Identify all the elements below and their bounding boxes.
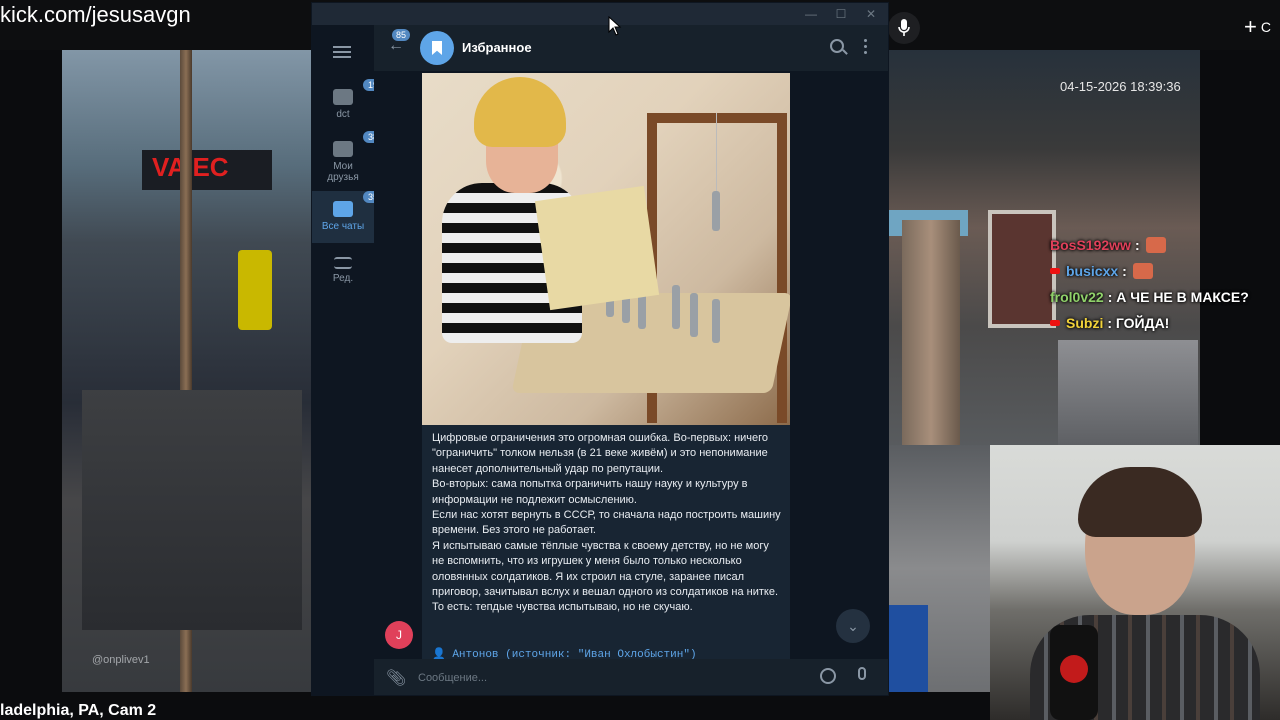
search-icon[interactable] [830, 39, 844, 53]
folder-dct[interactable]: 193 dct [312, 79, 389, 131]
chat-username: BosS192ww [1050, 237, 1131, 253]
chats-icon: 352 [333, 191, 389, 217]
close-icon: ✕ [865, 7, 877, 21]
emoji-icon[interactable] [820, 668, 836, 684]
chat-message: busicxx : [1050, 263, 1153, 279]
window-titlebar[interactable]: — ☐ ✕ [312, 3, 888, 25]
hanging-thread [716, 113, 717, 193]
bookmark-icon [432, 41, 442, 55]
chat-emote-icon [1132, 263, 1153, 279]
camera-watermark: @onplivev1 [92, 654, 150, 666]
microphone-icon [898, 19, 910, 36]
folder-label: Ред. [332, 273, 354, 284]
building-door [988, 210, 1056, 328]
scroll-down-button[interactable]: ⌄ [836, 609, 870, 643]
chat-title[interactable]: Избранное [462, 40, 532, 55]
chat-username: Subzi [1066, 315, 1104, 331]
maximize-icon: ☐ [835, 7, 847, 21]
tin-soldier [672, 285, 680, 329]
folder-all-chats[interactable]: 352 Все чаты [312, 191, 389, 243]
mouse-cursor-icon [608, 16, 622, 36]
camera-timestamp: 04-15-2026 18:39:36 [1060, 79, 1181, 94]
unread-badge: 85 [392, 29, 411, 41]
chat-badge-icon [1050, 268, 1060, 274]
saved-messages-avatar[interactable] [420, 31, 454, 65]
chevron-down-icon: ⌄ [847, 617, 859, 634]
camera-feed-left: VA EC @onplivev1 [62, 50, 312, 692]
add-button[interactable]: + С [1244, 12, 1280, 42]
message-bubble[interactable]: Цифровые ограничения это огромная ошибка… [422, 73, 790, 663]
folder-edit[interactable]: Ред. [312, 251, 374, 301]
paper-sheet [534, 185, 660, 311]
message-image[interactable] [422, 73, 790, 425]
chat-text: : А ЧЕ НЕ В МАКСЕ? [1107, 289, 1249, 305]
shop-shutter [82, 390, 302, 630]
chat-header: ← 85 Избранное [374, 25, 888, 71]
minimize-button[interactable]: — [796, 3, 826, 25]
menu-icon[interactable] [333, 43, 351, 61]
folder-label: Все чаты [321, 221, 365, 232]
plus-icon: + [1244, 14, 1257, 39]
microphone-icon [1050, 625, 1098, 720]
add-button-label: С [1260, 19, 1271, 35]
telegram-window: — ☐ ✕ 193 dct 38 Мои друзья 352 Все чаты… [312, 3, 888, 695]
streamer-webcam [990, 445, 1280, 720]
camera-caption: ladelphia, PA, Cam 2 [0, 702, 157, 719]
sender-avatar[interactable]: J [385, 621, 413, 649]
attach-icon[interactable]: 📎︎ [386, 668, 406, 688]
folder-icon: 38 [333, 131, 384, 157]
message-composer: 📎︎ [374, 659, 888, 695]
boy-hair [474, 77, 566, 147]
chat-panel: ← 85 Избранное Цифровые ограничения это … [374, 25, 888, 695]
chat-username: busicxx [1066, 263, 1119, 279]
more-options-icon[interactable] [864, 39, 868, 57]
traffic-light [238, 250, 272, 330]
chat-message: BosS192ww : [1050, 237, 1166, 253]
chat-username: frol0v22 [1050, 289, 1104, 305]
message-input[interactable] [416, 667, 810, 689]
message-text: Цифровые ограничения это огромная ошибка… [432, 432, 781, 614]
chat-emote-icon [1145, 237, 1166, 253]
folder-label: dct [336, 109, 350, 120]
shop-sign: VA EC [142, 150, 272, 190]
street-stall [1058, 340, 1198, 445]
mailbox [888, 605, 928, 692]
camera-feed-lower [888, 445, 990, 692]
close-button[interactable]: ✕ [856, 3, 886, 25]
chat-text: : [1122, 263, 1127, 279]
folder-icon: 193 [333, 79, 389, 105]
chat-text: : [1134, 237, 1140, 253]
microphone-button[interactable] [888, 12, 920, 44]
chat-badge-icon [1050, 320, 1060, 326]
brick-pillar [902, 220, 960, 445]
folder-label: Мои друзья [327, 161, 359, 183]
chat-text: : ГОЙДА! [1107, 315, 1170, 331]
sliders-icon [334, 257, 352, 269]
voice-message-icon[interactable] [858, 667, 866, 680]
chat-message: Subzi : ГОЙДА! [1050, 315, 1169, 331]
tin-soldier [712, 191, 720, 231]
chat-message: frol0v22 : А ЧЕ НЕ В МАКСЕ? [1050, 289, 1249, 305]
folder-friends[interactable]: 38 Мои друзья [312, 131, 384, 191]
folder-sidebar: 193 dct 38 Мои друзья 352 Все чаты Ред. [312, 25, 389, 695]
tin-soldier [712, 299, 720, 343]
minimize-icon: — [805, 7, 817, 21]
maximize-button[interactable]: ☐ [826, 3, 856, 25]
streamer-hair [1078, 467, 1202, 537]
tin-soldier [690, 293, 698, 337]
stream-url-label: kick.com/jesusavgn [0, 2, 191, 27]
